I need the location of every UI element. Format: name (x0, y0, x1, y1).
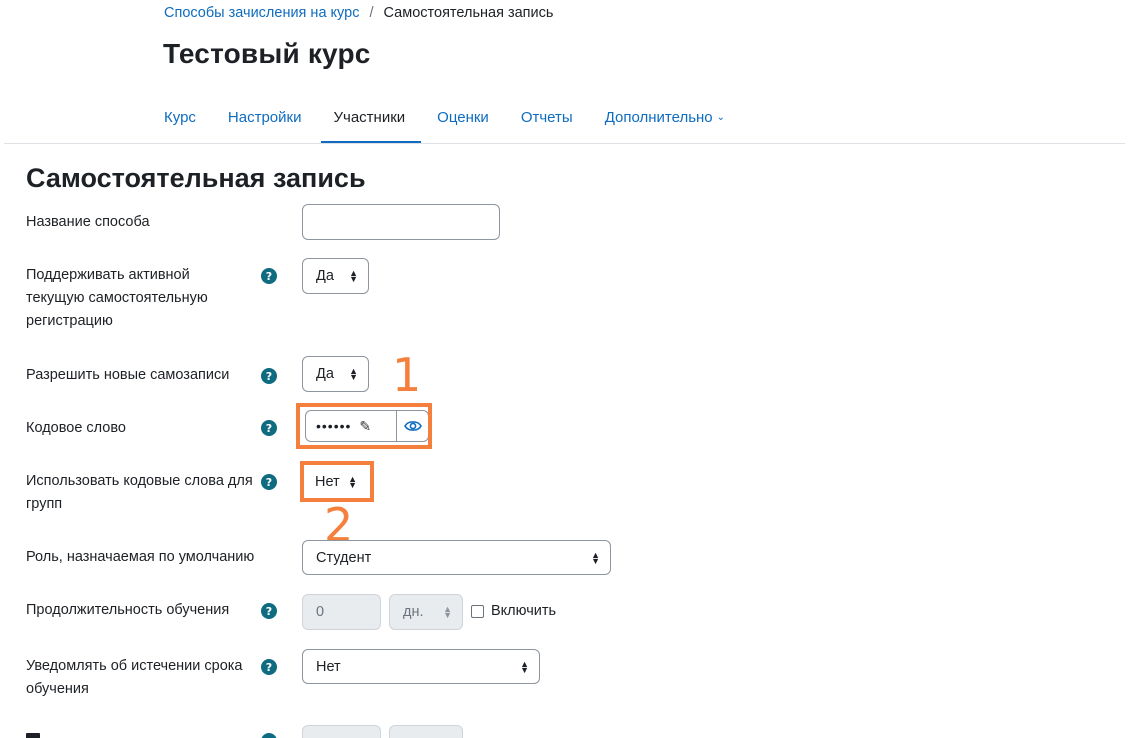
help-icon[interactable]: ? (261, 474, 277, 490)
name-label: Название способа (26, 214, 150, 230)
tab-label: Курс (164, 108, 196, 126)
default-role-value: Студент (316, 549, 372, 566)
sort-arrows-icon: ▲ ▼ (349, 268, 358, 284)
duration-input[interactable]: 0 (302, 594, 381, 630)
annotation-box-2 (300, 461, 374, 502)
tab-label: Отчеты (520, 108, 573, 126)
nav-divider (4, 143, 1125, 144)
expiry-notify-label: Уведомлять об истечении срока обучения (26, 658, 243, 697)
tab-participants[interactable]: Участники (321, 90, 421, 144)
sort-arrows-icon: ▲ ▼ (443, 604, 452, 620)
sort-arrows-icon: ▲ ▼ (591, 549, 600, 566)
default-role-label: Роль, назначаемая по умолчанию (26, 549, 255, 565)
next-row-input[interactable] (302, 725, 381, 738)
sort-arrows-icon: ▲ ▼ (520, 658, 529, 675)
annotation-box-1 (296, 403, 432, 449)
keep-active-value: Да (316, 268, 334, 284)
course-nav-tabs: Курс Настройки Участники Оценки Отчеты Д… (164, 90, 757, 144)
allow-new-select[interactable]: Да ▲ ▼ (302, 356, 369, 392)
next-row-select[interactable] (389, 725, 463, 738)
next-row-label-fragment (26, 733, 40, 738)
help-icon[interactable] (261, 733, 277, 738)
enable-duration-checkbox[interactable] (471, 605, 484, 618)
expiry-notify-value: Нет (316, 658, 341, 675)
duration-unit-select[interactable]: дн. ▲ ▼ (389, 594, 463, 630)
tab-label: Оценки (437, 108, 489, 126)
keep-active-label: Поддерживать активной текущую самостояте… (26, 267, 208, 329)
default-role-select[interactable]: Студент ▲ ▼ (302, 540, 611, 575)
expiry-notify-select[interactable]: Нет ▲ ▼ (302, 649, 540, 684)
page-heading: Самостоятельная запись (26, 163, 366, 193)
duration-unit-value: дн. (403, 604, 424, 620)
group-keys-label: Использовать кодовые слова для групп (26, 473, 253, 512)
breadcrumb-separator: / (369, 5, 374, 21)
breadcrumb-link-enrolment-methods[interactable]: Способы зачисления на курс (164, 5, 359, 21)
help-icon[interactable]: ? (261, 368, 277, 384)
help-icon[interactable]: ? (261, 659, 277, 675)
name-input[interactable] (302, 204, 500, 240)
tab-label: Настройки (227, 108, 302, 126)
tab-label: Участники (333, 108, 406, 126)
tab-grades[interactable]: Оценки (437, 90, 489, 144)
tab-label: Дополнительно (604, 108, 713, 126)
enable-duration-label[interactable]: Включить (491, 603, 556, 619)
breadcrumb: Способы зачисления на курс / Самостоятел… (164, 5, 553, 21)
tab-settings[interactable]: Настройки (228, 90, 302, 144)
keep-active-select[interactable]: Да ▲ ▼ (302, 258, 369, 294)
allow-new-value: Да (316, 366, 334, 382)
help-icon[interactable]: ? (261, 268, 277, 284)
sort-arrows-icon: ▲ ▼ (349, 366, 358, 382)
tab-course[interactable]: Курс (164, 90, 196, 144)
course-title: Тестовый курс (163, 38, 371, 69)
annotation-number-1: 1 (392, 348, 422, 402)
chevron-down-icon: ⌄ (716, 111, 726, 123)
help-icon[interactable]: ? (261, 603, 277, 619)
help-icon[interactable]: ? (261, 420, 277, 436)
duration-label: Продолжительность обучения (26, 602, 230, 618)
allow-new-label: Разрешить новые самозаписи (26, 367, 230, 383)
tab-reports[interactable]: Отчеты (521, 90, 573, 144)
tab-more[interactable]: Дополнительно ⌄ (605, 90, 725, 144)
keyword-label: Кодовое слово (26, 420, 126, 436)
breadcrumb-current: Самостоятельная запись (383, 5, 554, 21)
